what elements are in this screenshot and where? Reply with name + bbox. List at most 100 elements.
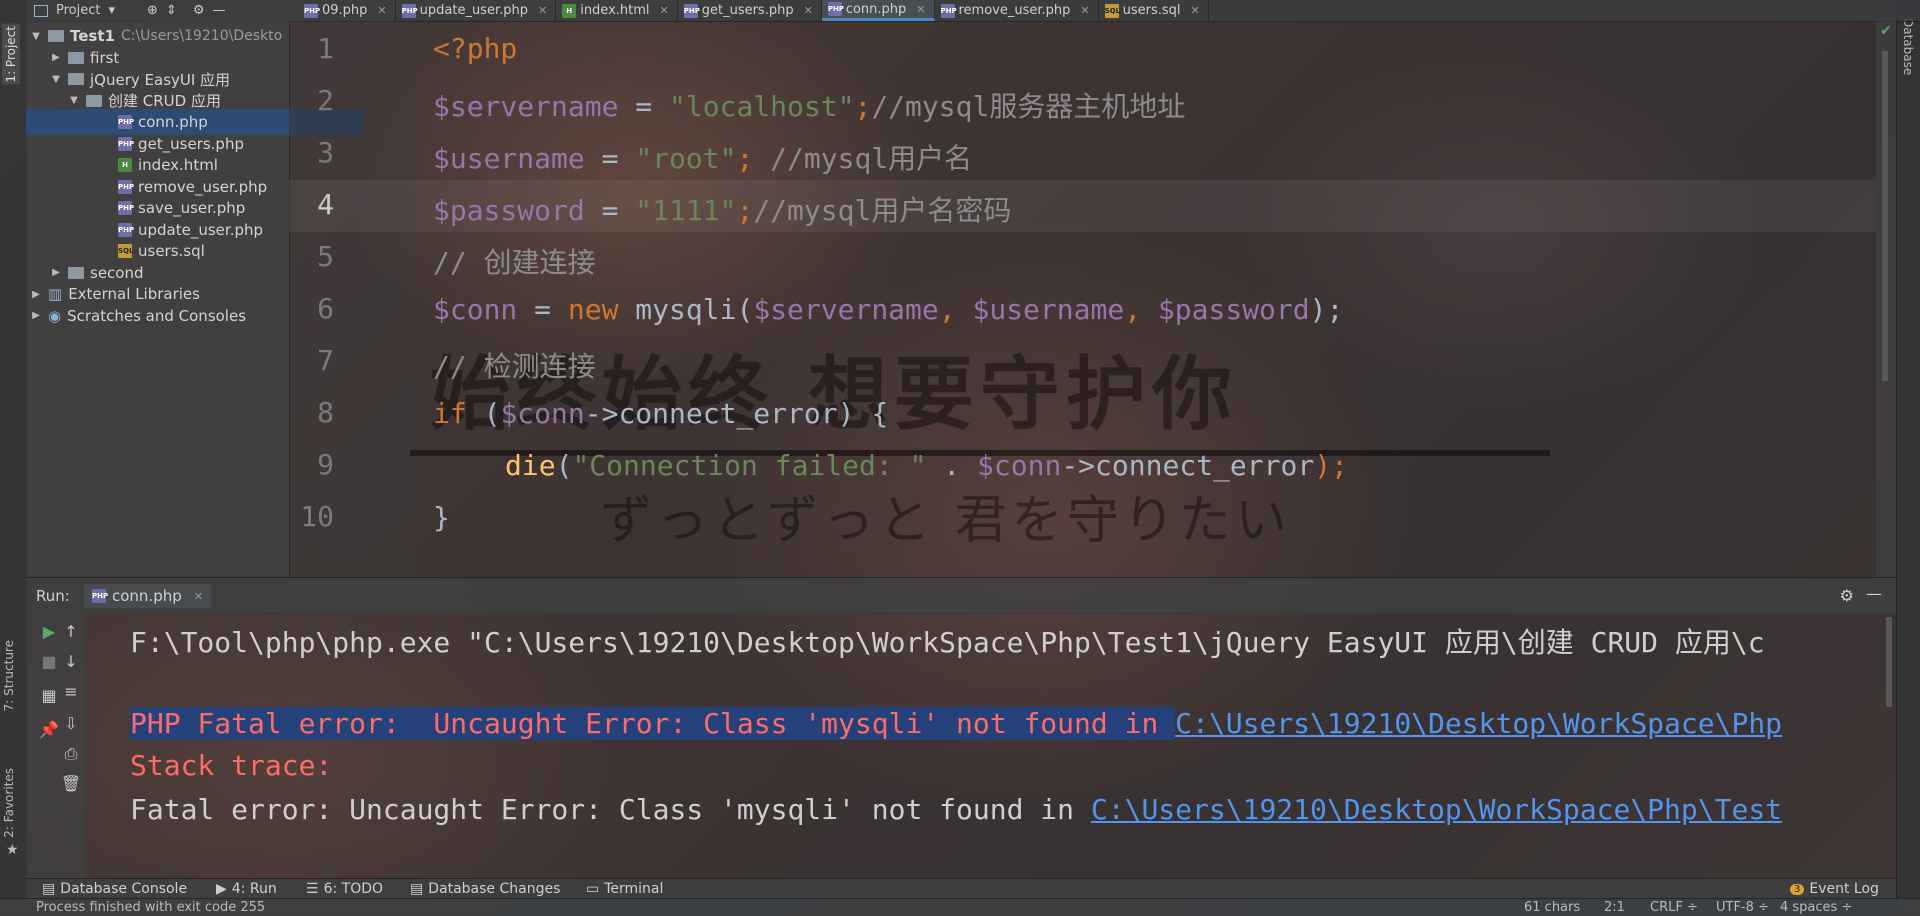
bottom-tool-database-changes[interactable]: ▤ Database Changes	[410, 879, 560, 899]
minimize-icon[interactable]: —	[212, 3, 225, 18]
line-separator[interactable]: CRLF ÷	[1650, 900, 1698, 915]
tool-window-icon: ▶	[216, 881, 227, 897]
editor-tab-remove_user-php[interactable]: PHP remove_user.php ✕	[935, 0, 1099, 21]
code-line-10: }	[433, 501, 450, 534]
file-encoding[interactable]: UTF-8 ÷	[1716, 900, 1769, 915]
indent-setting[interactable]: 4 spaces ÷	[1780, 900, 1852, 915]
close-icon[interactable]: ✕	[804, 4, 813, 17]
folder-icon	[68, 51, 84, 64]
expand-right-icon[interactable]: ▶	[50, 267, 62, 278]
run-toolbar: ▶ ↑ ■ ↓ ▦ ≡ ⇩ 📌 ⎙ 🗑	[26, 613, 84, 878]
project-header: Project ▾ ⊕ ⇕ ⚙ —	[34, 0, 225, 21]
run-config-tab[interactable]: PHP conn.php ✕	[84, 584, 211, 608]
editor-scrollbar[interactable]: ✔	[1876, 21, 1896, 577]
fatal-error-text: PHP Fatal error: Uncaught Error: Class '…	[130, 707, 1176, 740]
tree-item-label: jQuery EasyUI 应用	[90, 70, 231, 89]
php-file-icon: PHP	[827, 2, 844, 16]
expand-right-icon[interactable]: ▶	[50, 52, 62, 63]
editor-tab-index-html[interactable]: Hindex.html ✕	[556, 0, 678, 21]
close-icon[interactable]: ✕	[538, 4, 547, 17]
console-scrollbar[interactable]	[1886, 617, 1892, 707]
folder-icon	[86, 94, 102, 107]
bottom-tool-database-console[interactable]: ▤ Database Console	[42, 879, 187, 899]
bottom-tool-4-run[interactable]: ▶ 4: Run	[216, 879, 277, 899]
php-file-icon: PHP	[683, 3, 700, 18]
tree-item-label: External Libraries	[68, 285, 200, 303]
close-icon[interactable]: ✕	[194, 590, 203, 603]
locate-icon[interactable]: ⊕	[147, 3, 158, 18]
tree-item-label: remove_user.php	[138, 177, 268, 196]
layout-icon[interactable]: ▦	[38, 685, 60, 707]
project-tree: ▼ Test1 C:\Users\19210\Deskto ▶ first ▼ jQuery…	[26, 21, 363, 577]
project-window-icon	[34, 4, 48, 17]
php-file-icon: PHP	[118, 136, 134, 151]
tree-item-label: Scratches and Consoles	[67, 306, 247, 325]
stop-icon[interactable]: ■	[38, 651, 60, 673]
close-icon[interactable]: ✕	[916, 3, 925, 16]
scrollbar-thumb[interactable]	[1882, 51, 1888, 381]
bottom-tool-terminal[interactable]: ▭ Terminal	[586, 879, 663, 899]
code-line-2: $servername = "localhost";//mysql服务器主机地址	[433, 90, 1186, 123]
close-icon[interactable]: ✕	[1080, 4, 1089, 17]
structure-tool-tab[interactable]: 7: Structure	[2, 640, 16, 711]
console-fatal-error-line-2: Fatal error: Uncaught Error: Class 'mysq…	[130, 793, 1782, 826]
editor-tab-label: get_users.php	[701, 3, 794, 18]
run-panel-header: Run: PHP conn.php ✕ ⚙ —	[26, 577, 1896, 614]
error-file-link[interactable]: C:\Users\19210\Desktop\WorkSpace\Php	[1175, 707, 1782, 740]
expand-down-icon[interactable]: ▼	[68, 95, 80, 106]
pin-icon[interactable]: 📌	[38, 719, 60, 741]
close-icon[interactable]: ✕	[660, 4, 669, 17]
php-file-icon: PHP	[92, 589, 108, 603]
error-file-link-2[interactable]: C:\Users\19210\Desktop\WorkSpace\Php\Tes…	[1091, 793, 1782, 826]
php-file-icon: PHP	[118, 179, 134, 194]
expand-right-icon[interactable]: ▶	[30, 289, 42, 300]
editor-tab-09-php[interactable]: PHP 09.php ✕	[298, 0, 396, 21]
close-icon[interactable]: ✕	[1191, 4, 1200, 17]
folder-icon	[68, 266, 84, 279]
expand-down-icon[interactable]: ▼	[30, 31, 42, 42]
tree-item-label: first	[90, 48, 120, 67]
close-icon[interactable]: ✕	[377, 4, 386, 17]
database-tool-tab[interactable]: Database	[1901, 18, 1915, 75]
tool-window-label: Database Changes	[428, 881, 561, 897]
editor-tab-get_users-php[interactable]: PHP get_users.php ✕	[678, 0, 822, 21]
project-tool-tab[interactable]: 1: Project	[2, 24, 20, 85]
project-header-label[interactable]: Project	[56, 3, 100, 18]
minimize-icon[interactable]: —	[1866, 584, 1882, 603]
bottom-tool-6-todo[interactable]: ☰ 6: TODO	[306, 879, 383, 899]
event-log-button[interactable]: 3 Event Log	[1790, 879, 1879, 899]
collapse-icon[interactable]: ⇕	[166, 3, 177, 18]
tree-item[interactable]: ▶ ◉ Scratches and Consoles	[26, 303, 293, 329]
php-file-icon: PHP	[401, 3, 418, 18]
line-number: 8	[317, 396, 334, 429]
expand-right-icon[interactable]: ▶	[30, 310, 42, 321]
editor-tabs: PHP 09.php ✕ PHP update_user.php ✕ Hindex.html…	[298, 0, 1209, 21]
console-output[interactable]: F:\Tool\php\php.exe "C:\Users\19210\Desk…	[84, 613, 1896, 878]
editor-tab-users-sql[interactable]: SQL users.sql ✕	[1099, 0, 1209, 21]
favorites-tool-tab[interactable]: 2: Favorites	[2, 768, 16, 838]
gear-icon[interactable]: ⚙	[1840, 586, 1854, 605]
php-file-icon: PHP	[940, 3, 957, 18]
soft-wrap-icon[interactable]: ≡	[60, 681, 82, 703]
gear-icon[interactable]: ⚙	[193, 3, 205, 18]
scroll-to-end-icon[interactable]: ⇩	[60, 713, 82, 735]
arrow-down-icon[interactable]: ↓	[60, 651, 82, 673]
print-icon[interactable]: ⎙	[60, 743, 82, 765]
trash-icon[interactable]: 🗑	[60, 773, 82, 795]
php-file-icon: PHP	[304, 3, 320, 18]
editor-tab-conn-php[interactable]: PHP conn.php ✕	[821, 0, 935, 21]
line-number: 6	[317, 292, 334, 325]
tool-window-icon: ▭	[586, 881, 600, 897]
tree-item-path: C:\Users\19210\Deskto	[120, 28, 283, 44]
caret-position[interactable]: 2:1	[1604, 900, 1625, 915]
tool-window-label: 4: Run	[231, 881, 277, 897]
line-number: 3	[317, 136, 334, 169]
rerun-icon[interactable]: ▶	[38, 621, 60, 643]
code-line-7: // 检测连接	[433, 350, 596, 383]
project-view-dropdown-icon[interactable]: ▾	[108, 3, 115, 18]
editor-tab-update_user-php[interactable]: PHP update_user.php ✕	[396, 0, 557, 21]
tree-item-label: update_user.php	[138, 220, 264, 239]
arrow-up-icon[interactable]: ↑	[60, 621, 82, 643]
code-line-5: // 创建连接	[433, 246, 596, 279]
expand-down-icon[interactable]: ▼	[50, 74, 62, 85]
